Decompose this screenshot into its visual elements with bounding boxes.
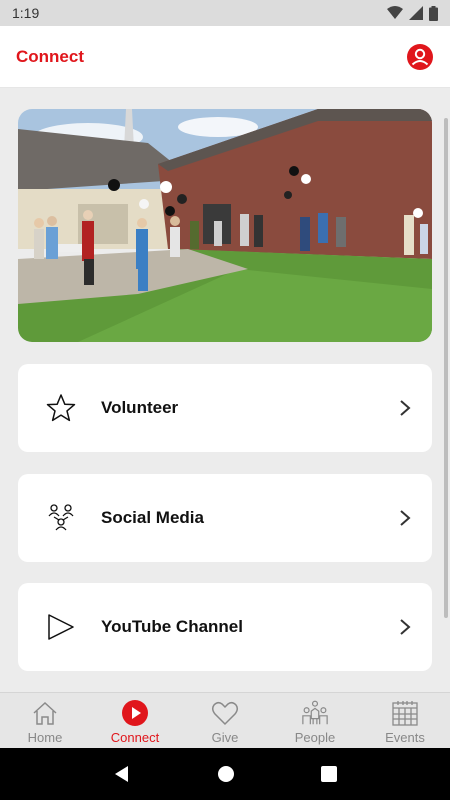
tab-people[interactable]: People [270, 693, 360, 748]
connect-content[interactable]: Volunteer Social Media YouTube Channel [0, 88, 450, 692]
hero-photo [18, 109, 432, 342]
people-network-icon [44, 501, 78, 535]
bottom-tab-bar: Home Connect Give People Events [0, 692, 450, 748]
cell-signal-icon [409, 6, 423, 20]
scrollbar[interactable] [444, 118, 448, 618]
page-title: Connect [16, 46, 84, 66]
volunteer-card[interactable]: Volunteer [18, 364, 432, 452]
calendar-icon [391, 699, 419, 727]
play-circle-icon [121, 699, 149, 727]
battery-icon [429, 5, 438, 21]
status-bar: 1:19 [0, 0, 450, 26]
youtube-channel-card[interactable]: YouTube Channel [18, 583, 432, 671]
back-icon[interactable] [112, 764, 132, 784]
chevron-right-icon [400, 510, 411, 526]
star-icon [44, 391, 78, 425]
social-media-card[interactable]: Social Media [18, 474, 432, 562]
app-header: Connect [0, 26, 450, 88]
recents-icon[interactable] [320, 765, 338, 783]
system-navigation-bar [0, 748, 450, 800]
card-label: YouTube Channel [101, 617, 243, 636]
tab-label: Home [27, 730, 63, 745]
card-label: Volunteer [101, 398, 179, 417]
chevron-right-icon [400, 619, 411, 635]
tab-events[interactable]: Events [360, 693, 450, 748]
tab-label: Connect [110, 730, 160, 745]
tab-give[interactable]: Give [180, 693, 270, 748]
heart-icon [211, 699, 239, 727]
chevron-right-icon [400, 400, 411, 416]
home-icon [31, 699, 59, 727]
tab-label: Give [211, 730, 239, 745]
tab-label: Events [385, 730, 425, 745]
profile-icon[interactable] [406, 43, 434, 71]
wifi-icon [387, 6, 403, 19]
status-time: 1:19 [12, 5, 40, 21]
people-icon [301, 699, 329, 727]
card-label: Social Media [101, 508, 204, 527]
tab-label: People [294, 730, 336, 745]
home-circle-icon[interactable] [216, 764, 236, 784]
hero-image [18, 109, 432, 342]
tab-connect[interactable]: Connect [90, 693, 180, 748]
tab-home[interactable]: Home [0, 693, 90, 748]
play-icon [44, 610, 78, 644]
